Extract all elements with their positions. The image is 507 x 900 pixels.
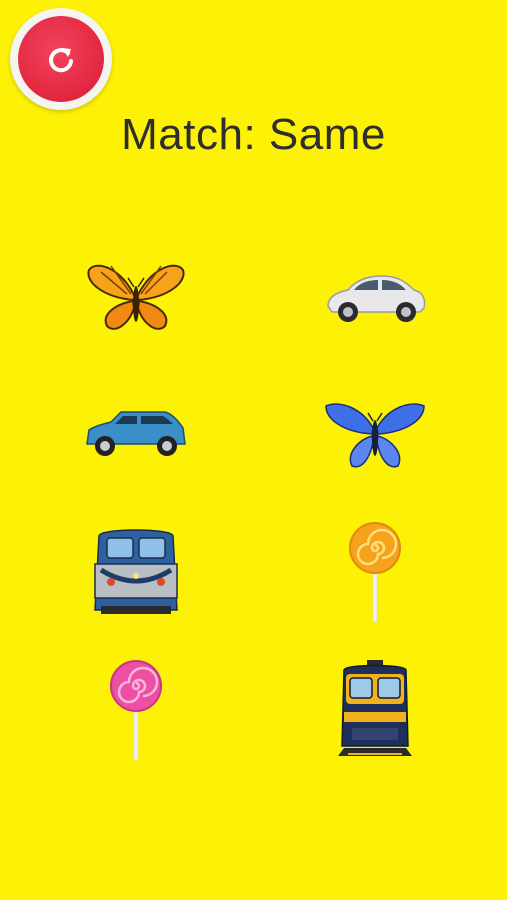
car-blue-icon [86,411,186,456]
train-yellow-navy-icon [338,660,412,756]
tile-car-white[interactable] [320,242,430,352]
lollipop-orange-icon [349,522,401,623]
tile-lollipop-orange[interactable] [320,518,430,628]
car-white-icon [327,275,426,322]
tile-train-yellow-navy[interactable] [320,656,430,766]
butterfly-orange-icon [87,264,185,330]
tile-butterfly-blue[interactable] [320,378,430,488]
tile-butterfly-orange[interactable] [81,242,191,352]
tile-lollipop-pink[interactable] [81,656,191,766]
train-gray-blue-icon [94,529,178,614]
restart-button[interactable] [10,8,112,110]
restart-icon [49,48,73,73]
tile-train-gray-blue[interactable] [81,518,191,628]
lollipop-pink-icon [110,660,162,761]
butterfly-blue-icon [325,403,425,468]
restart-button-face[interactable] [18,16,104,102]
game-title: Match: Same [121,110,386,159]
tile-car-blue[interactable] [81,378,191,488]
